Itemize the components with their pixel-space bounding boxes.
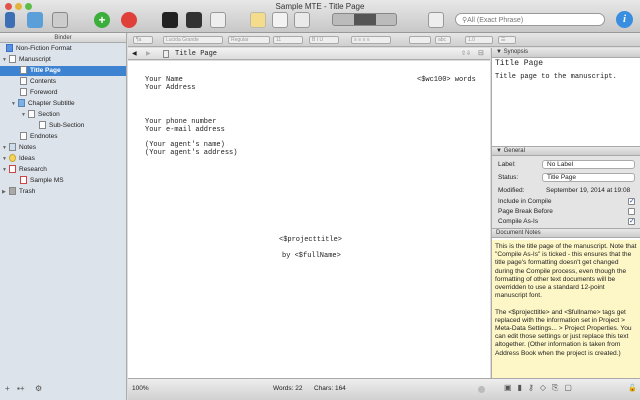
text-line: <$projecttitle> [279,236,343,244]
gear-icon[interactable]: ⚙ [35,384,42,393]
text-line: <$wc100> words [417,76,476,84]
style-select[interactable]: ¶a [133,36,153,44]
forward-icon[interactable]: ▶ [146,50,151,57]
inspector-tabs[interactable]: ▣▮⚷◇⎘▢ [504,383,578,393]
line-spacing-select[interactable]: 1.0 [465,36,493,44]
editor[interactable]: Your Name Your Address <$wc100> words Yo… [128,61,490,378]
zoom-select[interactable]: 100% [132,385,149,392]
binder-item[interactable]: Sample MS [20,176,64,186]
binder-item[interactable]: Non-Fiction Format [6,44,72,54]
text-line: (Your agent's address) [145,149,238,157]
binder: Binder Non-Fiction Format ▼ Manuscript Ti… [0,33,127,400]
document-title: Title Page [175,50,218,58]
text-line: Your e-mail address [145,126,225,134]
editor-header: ◀ ▶ Title Page ⇧⇩ ⊟ [128,48,490,60]
weight-select[interactable]: Regular [228,36,270,44]
view-mode-control[interactable] [332,13,397,26]
quick-reference-icon[interactable] [428,12,444,28]
split-icon[interactable]: ⊟ [478,49,484,57]
format-bar: ¶a Lucida Grande Regular 11 B I U ≡ ≡ ≡ … [128,33,640,47]
binder-item[interactable]: ▼ Notes [2,143,36,153]
inspector: ▼ Synopsis Title Page Title page to the … [491,48,640,400]
add-folder-icon[interactable]: ▪+ [17,384,25,393]
binder-item[interactable]: Endnotes [20,132,57,142]
word-count: Words: 22 [273,385,303,392]
status-select[interactable]: Title Page [542,173,635,182]
compile-as-is-checkbox[interactable]: ✓ [628,218,635,225]
binder-item[interactable]: Sub-Section [39,121,84,131]
list-select[interactable]: ☰ [498,36,516,44]
delete-icon[interactable] [121,12,137,28]
binder-item[interactable]: Contents [20,77,56,87]
composition-mode-icon[interactable] [162,12,178,28]
binder-item[interactable]: ▼ Section [21,110,60,120]
add-icon[interactable]: + [5,384,10,393]
label-label: Label: [498,161,516,168]
binder-item[interactable]: ▼ Manuscript [2,55,51,65]
binder-item[interactable]: ▼ Chapter Subtitle [11,99,75,109]
edit-icon[interactable] [210,12,226,28]
note-icon[interactable] [250,12,266,28]
add-icon[interactable]: + [94,12,110,28]
general-header[interactable]: ▼ General [492,146,640,156]
layouts-icon[interactable] [52,12,68,28]
general-panel: Label: No Label Status: Title Page Modif… [492,156,640,228]
alignment-control[interactable]: ≡ ≡ ≡ ≡ [351,36,391,44]
status-label: Status: [498,174,519,181]
document-notes-header[interactable]: Document Notes [492,228,640,238]
lock-icon[interactable]: 🔓 [628,384,637,392]
text-color[interactable] [409,36,431,44]
page-break-label: Page Break Before [498,208,553,215]
binder-toggle-icon[interactable] [5,12,15,28]
size-select[interactable]: 11 [273,36,303,44]
snapshot-icon[interactable] [272,12,288,28]
highlight-color[interactable]: abc [435,36,451,44]
window-title: Sample MTE - Title Page [275,2,365,11]
font-select[interactable]: Lucida Grande [163,36,223,44]
modified-value: September 19, 2014 at 19:08 [546,187,631,194]
binder-header: Binder [0,33,126,43]
notes-paragraph: This is the title page of the manuscript… [495,243,637,300]
synopsis-header[interactable]: ▼ Synopsis [492,48,640,58]
page-break-checkbox[interactable] [628,208,635,215]
binder-item[interactable]: ▼ Ideas [2,154,35,164]
keywords-icon[interactable] [186,12,202,28]
title-bar: Sample MTE - Title Page + ⚲All (Exact Ph… [0,0,640,33]
collections-icon[interactable] [27,12,43,28]
document-icon [163,50,169,58]
text-line: Your Address [145,84,196,92]
bold-italic-underline[interactable]: B I U [309,36,339,44]
char-count: Chars: 164 [314,385,346,392]
binder-item-selected[interactable]: Title Page [0,66,126,76]
text-line: by <$fullName> [282,252,341,260]
synopsis-title[interactable]: Title Page [495,59,543,69]
modified-label[interactable]: Modified: [498,187,524,194]
notes-paragraph: The <$projecttitle> and <$fullname> tags… [495,308,632,357]
binder-footer: + ▪+ ⚙ [0,378,127,400]
include-in-compile-label: Include in Compile [498,198,552,205]
compile-as-is-label: Compile As-Is [498,218,539,225]
binder-item[interactable]: Foreword [20,88,57,98]
up-down-arrows[interactable]: ⇧⇩ [461,50,471,57]
document-notes[interactable]: This is the title page of the manuscript… [492,240,640,378]
inspector-toggle-icon[interactable]: i [616,11,633,28]
footer-bar: 100% Words: 22 Chars: 164 ▣▮⚷◇⎘▢ 🔓 [128,378,640,400]
search-input[interactable]: ⚲All (Exact Phrase) [455,13,605,26]
binder-item[interactable]: ▶ Trash [2,187,35,197]
synopsis-text[interactable]: Title page to the manuscript. [495,73,617,82]
back-icon[interactable]: ◀ [132,50,137,57]
binder-item[interactable]: ▼ Research [2,165,47,175]
label-select[interactable]: No Label [542,160,635,169]
target-icon[interactable] [478,386,485,393]
include-in-compile-checkbox[interactable]: ✓ [628,198,635,205]
compile-icon[interactable] [294,12,310,28]
